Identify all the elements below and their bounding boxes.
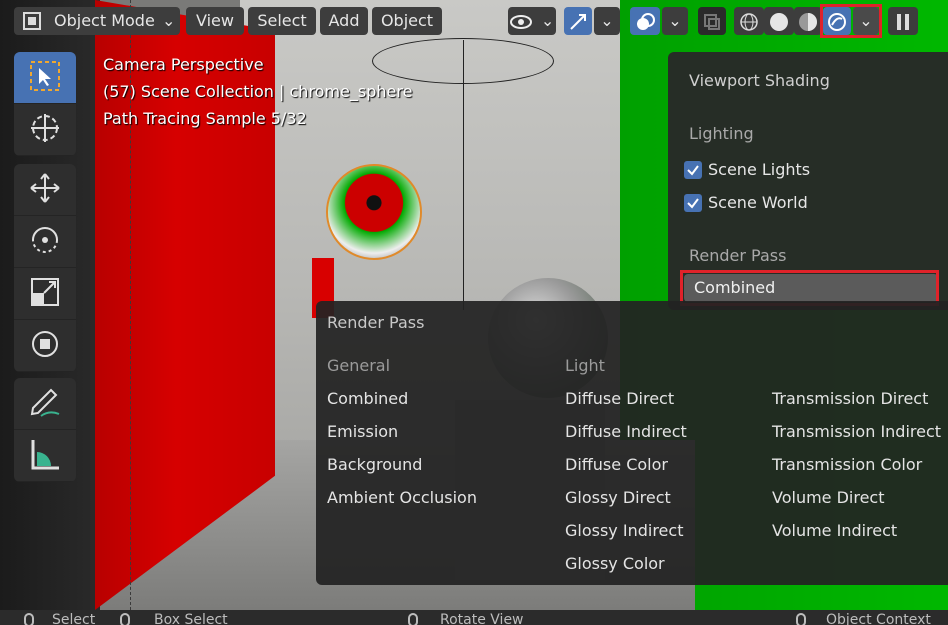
- menu-title: Render Pass: [327, 313, 425, 332]
- overlays-icon: [635, 11, 655, 30]
- menu-item-glossy-direct[interactable]: Glossy Direct: [565, 488, 671, 507]
- viewport-shading-popover: Viewport Shading Lighting Scene Lights S…: [668, 52, 948, 310]
- menu-object[interactable]: Object: [372, 7, 442, 35]
- shading-material[interactable]: [794, 7, 822, 35]
- menu-select[interactable]: Select: [248, 7, 316, 35]
- tool-move[interactable]: [14, 164, 76, 216]
- menu-item-transmission-color[interactable]: Transmission Color: [772, 455, 922, 474]
- light-direction-line: [463, 40, 464, 310]
- mouse-left-icon: [24, 613, 34, 625]
- menu-item-emission[interactable]: Emission: [327, 422, 398, 441]
- shading-wireframe[interactable]: [734, 7, 764, 35]
- menu-item-diffuse-color[interactable]: Diffuse Color: [565, 455, 668, 474]
- menu-item-diffuse-indirect[interactable]: Diffuse Indirect: [565, 422, 687, 441]
- menu-add[interactable]: Add: [320, 7, 368, 35]
- menu-item-background[interactable]: Background: [327, 455, 422, 474]
- mouse-left-drag-icon: [120, 613, 130, 625]
- cursor-icon: [27, 110, 63, 150]
- viewport-header: Object Mode ⌄ View Select Add Object ⌄ ⌄…: [0, 0, 948, 44]
- tool-rotate[interactable]: [14, 216, 76, 268]
- measure-ruler-icon: [27, 436, 63, 476]
- menu-item-ambient-occlusion[interactable]: Ambient Occlusion: [327, 488, 477, 507]
- scene-world-checkbox[interactable]: Scene World: [684, 193, 808, 212]
- chevron-down-icon: ⌄: [162, 11, 176, 30]
- status-rotate-view: Rotate View: [440, 612, 524, 625]
- gizmo-dropdown[interactable]: ⌄: [594, 7, 620, 35]
- tool-select-box[interactable]: [14, 52, 76, 104]
- mode-label: Object Mode: [54, 11, 155, 30]
- object-mode-icon: [22, 11, 42, 31]
- scene-lights-checkbox[interactable]: Scene Lights: [684, 160, 810, 179]
- menu-item-glossy-color[interactable]: Glossy Color: [565, 554, 665, 573]
- tool-transform[interactable]: [14, 320, 76, 372]
- tool-measure[interactable]: [14, 430, 76, 482]
- solid-sphere-icon: [769, 11, 789, 31]
- render-pass-header: Render Pass: [689, 246, 787, 265]
- shading-solid[interactable]: [764, 7, 794, 35]
- lighting-header: Lighting: [689, 124, 754, 143]
- tool-group-transform: [14, 164, 76, 372]
- move-icon: [27, 170, 63, 210]
- menu-item-volume-indirect[interactable]: Volume Indirect: [772, 521, 897, 540]
- mouse-right-icon: [796, 613, 806, 625]
- scene-world-label: Scene World: [708, 193, 808, 212]
- material-sphere-icon: [798, 11, 818, 31]
- transform-icon: [27, 326, 63, 366]
- mouse-middle-icon: [408, 613, 418, 625]
- status-box-select: Box Select: [154, 612, 228, 625]
- menu-item-combined[interactable]: Combined: [327, 389, 408, 408]
- eye-icon: [509, 11, 541, 30]
- general-header: General: [327, 356, 391, 375]
- chrome-sphere-selected[interactable]: [326, 164, 422, 260]
- collection-info-label: (57) Scene Collection | chrome_sphere: [103, 82, 413, 101]
- select-box-icon: [27, 58, 63, 98]
- menu-item-volume-direct[interactable]: Volume Direct: [772, 488, 885, 507]
- status-select: Select: [52, 612, 96, 625]
- pause-icon: [895, 11, 911, 30]
- render-samples-label: Path Tracing Sample 5/32: [103, 109, 307, 128]
- pause-render-button[interactable]: [888, 7, 918, 35]
- popover-title: Viewport Shading: [689, 71, 830, 90]
- menu-item-glossy-indirect[interactable]: Glossy Indirect: [565, 521, 683, 540]
- tool-annotate[interactable]: [14, 378, 76, 430]
- tool-group-annotate: [14, 378, 76, 482]
- menu-view[interactable]: View: [186, 7, 244, 35]
- gizmo-toggle[interactable]: [564, 7, 592, 35]
- overlays-dropdown[interactable]: ⌄: [662, 7, 688, 35]
- camera-perspective-label: Camera Perspective: [103, 55, 264, 74]
- tool-scale[interactable]: [14, 268, 76, 320]
- menu-item-diffuse-direct[interactable]: Diffuse Direct: [565, 389, 674, 408]
- gizmo-icon: [568, 11, 588, 30]
- menu-item-transmission-direct[interactable]: Transmission Direct: [772, 389, 928, 408]
- scene-lights-label: Scene Lights: [708, 160, 811, 179]
- tool-cursor[interactable]: [14, 104, 76, 156]
- scale-icon: [27, 274, 63, 314]
- checkmark-icon: [684, 193, 702, 212]
- xray-toggle[interactable]: [698, 7, 726, 35]
- status-object-context: Object Context: [826, 612, 931, 625]
- tool-group-select: [14, 52, 76, 156]
- overlays-toggle[interactable]: [630, 7, 660, 35]
- rotate-icon: [27, 222, 63, 262]
- status-bar: Select Box Select Rotate View Object Con…: [0, 610, 948, 625]
- highlight-shading-buttons: [820, 4, 882, 38]
- wireframe-sphere-icon: [739, 11, 759, 31]
- annotate-pencil-icon: [27, 384, 63, 424]
- checkmark-icon: [684, 160, 702, 179]
- xray-icon: [703, 11, 721, 30]
- visibility-selector[interactable]: ⌄: [508, 7, 556, 35]
- mode-selector[interactable]: Object Mode ⌄: [14, 7, 180, 35]
- render-pass-menu: Render Pass General Light Combined Emiss…: [316, 301, 948, 585]
- light-header: Light: [565, 356, 605, 375]
- menu-item-transmission-indirect[interactable]: Transmission Indirect: [772, 422, 941, 441]
